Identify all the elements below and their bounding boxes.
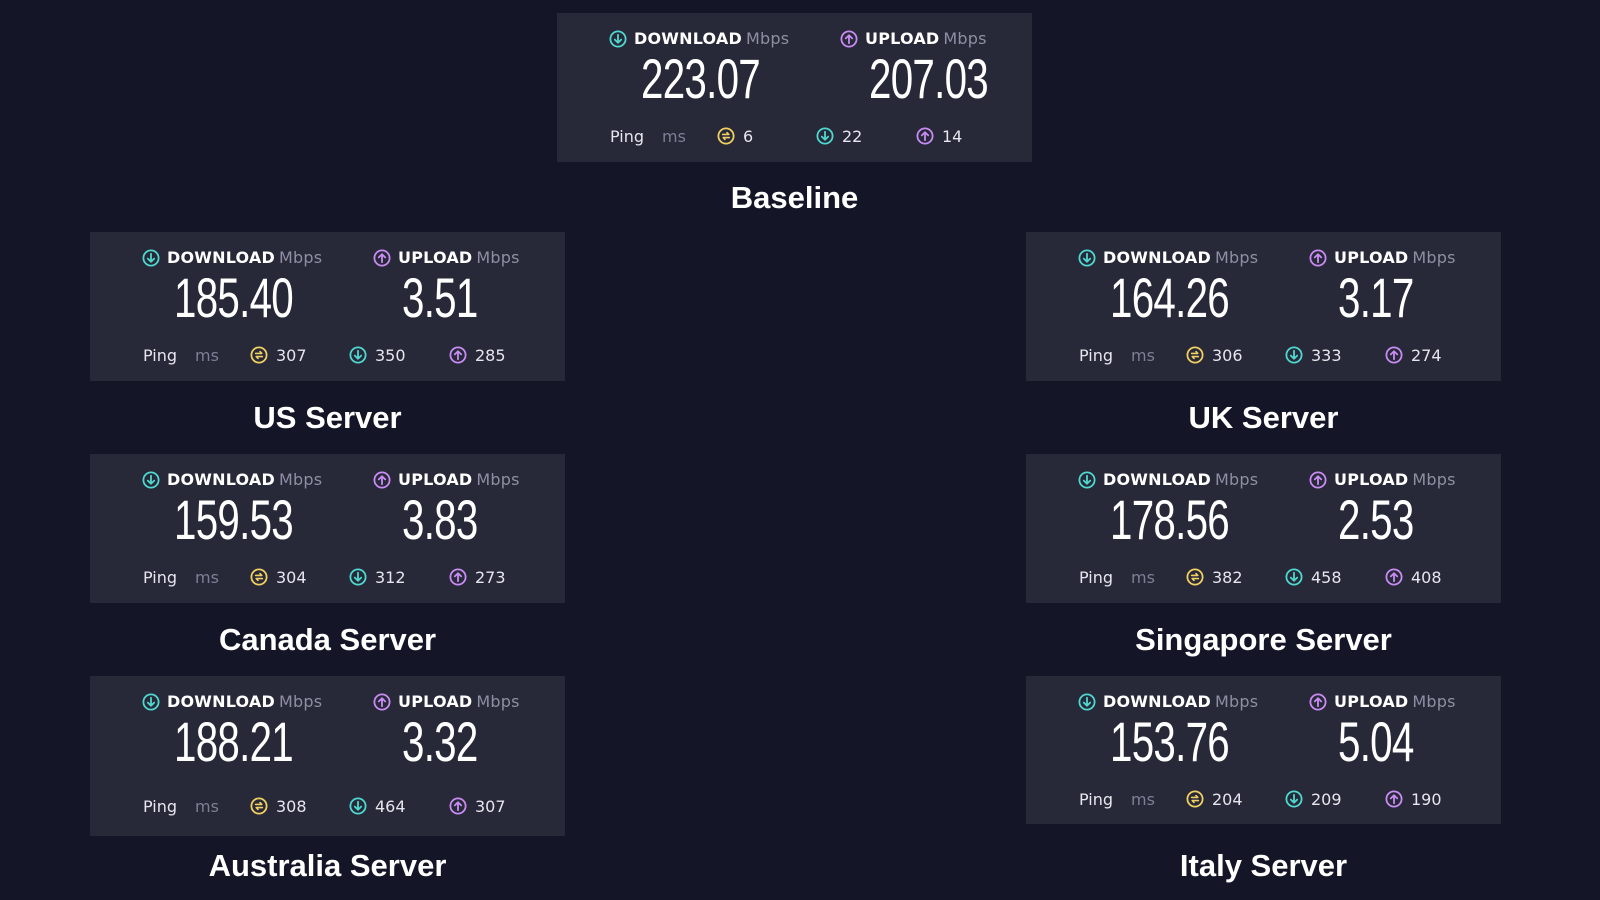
ping-download: 312 [349,565,406,589]
speedtest-card-australia: DOWNLOAD Mbps UPLOAD Mbps 188.21 3.32 Ping… [90,676,565,836]
arrow-up-circle-icon [1309,470,1327,489]
upload-label: UPLOAD Mbps [840,29,987,48]
caption-australia: Australia Server [208,848,447,883]
arrow-down-circle-icon [1078,248,1096,267]
upload-label: UPLOAD Mbps [1309,470,1456,489]
arrow-up-circle-icon [1385,790,1403,808]
arrow-up-circle-icon [373,248,391,267]
upload-label: UPLOAD Mbps [1309,692,1456,711]
download-speed-value: 188.21 [174,710,294,773]
download-label: DOWNLOAD Mbps [142,248,322,267]
arrow-down-circle-icon [816,127,834,145]
caption-uk: UK Server [1188,400,1339,435]
speedtest-card-canada: DOWNLOAD Mbps UPLOAD Mbps 159.53 3.83 Ping… [90,454,565,603]
arrow-down-circle-icon [142,470,160,489]
arrow-down-circle-icon [1285,790,1303,808]
arrow-down-circle-icon [1285,568,1303,586]
arrow-down-circle-icon [349,797,367,815]
ping-download: 333 [1285,343,1342,367]
arrow-up-circle-icon [1385,346,1403,364]
arrow-up-circle-icon [840,29,858,48]
ping-download: 464 [349,794,406,818]
speedtest-card-singapore: DOWNLOAD Mbps UPLOAD Mbps 178.56 2.53 Ping… [1026,454,1501,603]
ping-idle: 306 [1186,343,1243,367]
ping-download: 22 [816,124,862,148]
upload-label: UPLOAD Mbps [373,470,520,489]
download-label: DOWNLOAD Mbps [609,29,789,48]
idle-ping-icon [250,568,268,586]
arrow-down-circle-icon [1078,693,1096,711]
idle-ping-icon [1186,568,1204,586]
ping-upload: 14 [916,124,962,148]
ping-idle: 304 [250,565,307,589]
upload-speed-value: 2.53 [1338,488,1414,551]
speedtest-card-uk: DOWNLOAD Mbps UPLOAD Mbps 164.26 3.17 Ping… [1026,232,1501,381]
arrow-up-circle-icon [449,346,467,364]
ping-upload: 307 [449,794,506,818]
upload-speed-value: 207.03 [869,47,989,110]
upload-label: UPLOAD Mbps [373,692,520,711]
download-speed-value: 159.53 [174,488,294,551]
ping-download: 350 [349,343,406,367]
upload-speed-value: 3.83 [402,488,478,551]
ping-upload: 273 [449,565,506,589]
download-speed-value: 223.07 [641,47,761,110]
ping-idle: 382 [1186,565,1243,589]
download-speed-value: 164.26 [1110,266,1230,329]
arrow-up-circle-icon [1385,568,1403,586]
ping-idle: 307 [250,343,307,367]
arrow-up-circle-icon [1309,248,1327,267]
ping-download: 458 [1285,565,1342,589]
caption-singapore: Singapore Server [1135,622,1392,657]
idle-ping-icon [717,127,735,145]
speedtest-card-italy: DOWNLOAD Mbps UPLOAD Mbps 153.76 5.04 Ping… [1026,676,1501,824]
ping-idle: 308 [250,794,307,818]
ping-idle: 204 [1186,787,1243,811]
arrow-up-circle-icon [1309,693,1327,711]
download-label: DOWNLOAD Mbps [1078,248,1258,267]
download-label: DOWNLOAD Mbps [142,470,322,489]
arrow-up-circle-icon [449,797,467,815]
arrow-up-circle-icon [373,470,391,489]
arrow-down-circle-icon [1078,470,1096,489]
upload-label: UPLOAD Mbps [373,248,520,267]
download-speed-value: 153.76 [1110,710,1230,773]
download-label: DOWNLOAD Mbps [142,692,322,711]
download-label: DOWNLOAD Mbps [1078,470,1258,489]
arrow-up-circle-icon [373,693,391,711]
speedtest-card-us: DOWNLOAD Mbps UPLOAD Mbps 185.40 3.51 Ping… [90,232,565,381]
arrow-up-circle-icon [449,568,467,586]
arrow-down-circle-icon [142,693,160,711]
idle-ping-icon [1186,346,1204,364]
upload-speed-value: 3.17 [1338,266,1414,329]
caption-canada: Canada Server [218,622,437,657]
caption-us: US Server [253,400,402,435]
idle-ping-icon [250,797,268,815]
download-speed-value: 178.56 [1110,488,1230,551]
caption-baseline: Baseline [730,180,859,215]
arrow-down-circle-icon [142,248,160,267]
arrow-down-circle-icon [349,346,367,364]
upload-label: UPLOAD Mbps [1309,248,1456,267]
ping-upload: 285 [449,343,506,367]
arrow-down-circle-icon [349,568,367,586]
idle-ping-icon [250,346,268,364]
download-label: DOWNLOAD Mbps [1078,692,1258,711]
ping-upload: 190 [1385,787,1442,811]
upload-speed-value: 5.04 [1338,710,1414,773]
arrow-down-circle-icon [609,29,627,48]
ping-upload: 274 [1385,343,1442,367]
download-speed-value: 185.40 [174,266,294,329]
speedtest-card-baseline: DOWNLOAD Mbps UPLOAD Mbps 223.07 207.03 Pi… [557,13,1032,162]
caption-italy: Italy Server [1179,848,1348,883]
ping-upload: 408 [1385,565,1442,589]
ping-idle: 6 [717,124,753,148]
idle-ping-icon [1186,790,1204,808]
arrow-up-circle-icon [916,127,934,145]
upload-speed-value: 3.51 [402,266,478,329]
upload-speed-value: 3.32 [402,710,478,773]
arrow-down-circle-icon [1285,346,1303,364]
ping-download: 209 [1285,787,1342,811]
